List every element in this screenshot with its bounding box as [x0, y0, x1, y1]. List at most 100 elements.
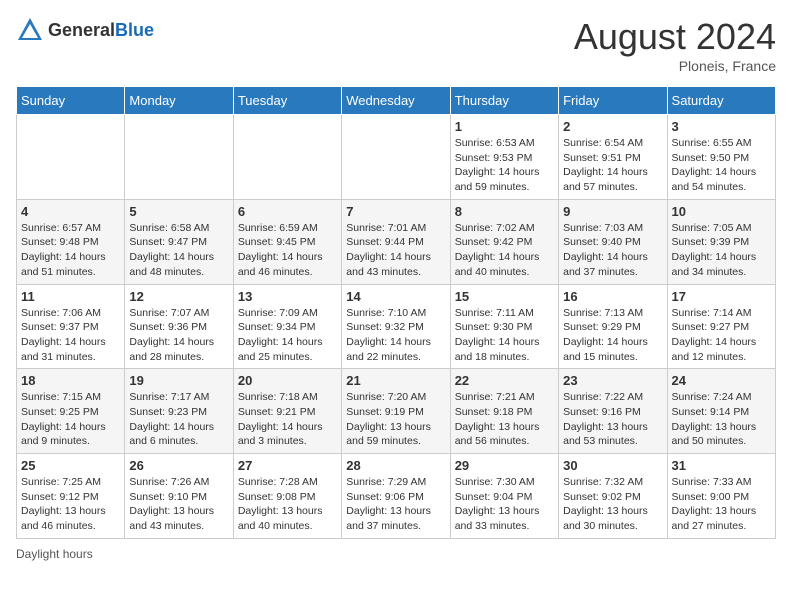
- generalblue-logo-icon: [16, 16, 44, 44]
- header-day-friday: Friday: [559, 87, 667, 115]
- header-day-sunday: Sunday: [17, 87, 125, 115]
- calendar-cell: 29Sunrise: 7:30 AM Sunset: 9:04 PM Dayli…: [450, 454, 558, 539]
- logo: GeneralBlue: [16, 16, 154, 44]
- calendar-cell: 16 Sunrise: 7:13 AM Sunset: 9:29 PM Dayli…: [559, 284, 667, 369]
- day-info: Sunrise: 7:02 AM Sunset: 9:42 PM Dayligh…: [455, 221, 554, 280]
- day-info: Sunrise: 6:55 AM Sunset: 9:50 PM Dayligh…: [672, 136, 771, 195]
- day-number: 16: [563, 289, 662, 304]
- day-number: 6: [238, 204, 337, 219]
- header-day-thursday: Thursday: [450, 87, 558, 115]
- day-number: 30: [563, 458, 662, 473]
- calendar-table: SundayMondayTuesdayWednesdayThursdayFrid…: [16, 86, 776, 539]
- day-info: Sunrise: 7:06 AM Sunset: 9:37 PM Dayligh…: [21, 306, 120, 365]
- day-info: Sunrise: 7:24 AM Sunset: 9:14 PM Dayligh…: [672, 390, 771, 449]
- day-info: Sunrise: 7:07 AM Sunset: 9:36 PM Dayligh…: [129, 306, 228, 365]
- day-number: 14: [346, 289, 445, 304]
- day-number: 10: [672, 204, 771, 219]
- day-number: 23: [563, 373, 662, 388]
- calendar-cell: 8 Sunrise: 7:02 AM Sunset: 9:42 PM Daylig…: [450, 199, 558, 284]
- day-info: Sunrise: 7:15 AM Sunset: 9:25 PM Dayligh…: [21, 390, 120, 449]
- calendar-cell: 24 Sunrise: 7:24 AM Sunset: 9:14 PM Dayli…: [667, 369, 775, 454]
- day-info: Sunrise: 7:28 AM Sunset: 9:08 PM Dayligh…: [238, 475, 337, 534]
- day-info: Sunrise: 7:20 AM Sunset: 9:19 PM Dayligh…: [346, 390, 445, 449]
- day-info: Sunrise: 7:25 AM Sunset: 9:12 PM Dayligh…: [21, 475, 120, 534]
- header-day-tuesday: Tuesday: [233, 87, 341, 115]
- calendar-cell: 26 Sunrise: 7:26 AM Sunset: 9:10 PM Dayli…: [125, 454, 233, 539]
- calendar-cell: 13 Sunrise: 7:09 AM Sunset: 9:34 PM Dayli…: [233, 284, 341, 369]
- day-number: 17: [672, 289, 771, 304]
- calendar-cell: 19 Sunrise: 7:17 AM Sunset: 9:23 PM Dayli…: [125, 369, 233, 454]
- calendar-cell: [233, 115, 341, 200]
- day-number: 3: [672, 119, 771, 134]
- calendar-cell: 20Sunrise: 7:18 AM Sunset: 9:21 PM Dayli…: [233, 369, 341, 454]
- day-info: Sunrise: 7:17 AM Sunset: 9:23 PM Dayligh…: [129, 390, 228, 449]
- day-info: Sunrise: 7:22 AM Sunset: 9:16 PM Dayligh…: [563, 390, 662, 449]
- day-info: Sunrise: 7:09 AM Sunset: 9:34 PM Dayligh…: [238, 306, 337, 365]
- calendar-cell: 17 Sunrise: 7:14 AM Sunset: 9:27 PM Dayli…: [667, 284, 775, 369]
- day-info: Sunrise: 7:03 AM Sunset: 9:40 PM Dayligh…: [563, 221, 662, 280]
- day-info: Sunrise: 7:21 AM Sunset: 9:18 PM Dayligh…: [455, 390, 554, 449]
- day-number: 27: [238, 458, 337, 473]
- day-number: 22: [455, 373, 554, 388]
- day-info: Sunrise: 7:26 AM Sunset: 9:10 PM Dayligh…: [129, 475, 228, 534]
- day-info: Sunrise: 7:33 AM Sunset: 9:00 PM Dayligh…: [672, 475, 771, 534]
- calendar-cell: 5 Sunrise: 6:58 AM Sunset: 9:47 PM Daylig…: [125, 199, 233, 284]
- day-info: Sunrise: 6:58 AM Sunset: 9:47 PM Dayligh…: [129, 221, 228, 280]
- calendar-week-5: 25 Sunrise: 7:25 AM Sunset: 9:12 PM Dayli…: [17, 454, 776, 539]
- calendar-footer: Daylight hours: [16, 547, 776, 561]
- day-number: 1: [455, 119, 554, 134]
- day-number: 5: [129, 204, 228, 219]
- calendar-body: 1Sunrise: 6:53 AM Sunset: 9:53 PM Daylig…: [17, 115, 776, 539]
- day-number: 4: [21, 204, 120, 219]
- calendar-week-4: 18 Sunrise: 7:15 AM Sunset: 9:25 PM Dayli…: [17, 369, 776, 454]
- calendar-cell: 18 Sunrise: 7:15 AM Sunset: 9:25 PM Dayli…: [17, 369, 125, 454]
- day-number: 24: [672, 373, 771, 388]
- day-info: Sunrise: 7:32 AM Sunset: 9:02 PM Dayligh…: [563, 475, 662, 534]
- calendar-cell: 1Sunrise: 6:53 AM Sunset: 9:53 PM Daylig…: [450, 115, 558, 200]
- calendar-cell: 23 Sunrise: 7:22 AM Sunset: 9:16 PM Dayli…: [559, 369, 667, 454]
- calendar-cell: [17, 115, 125, 200]
- day-number: 7: [346, 204, 445, 219]
- day-number: 28: [346, 458, 445, 473]
- day-number: 13: [238, 289, 337, 304]
- header-day-wednesday: Wednesday: [342, 87, 450, 115]
- logo-blue-text: Blue: [115, 20, 154, 40]
- calendar-cell: 22 Sunrise: 7:21 AM Sunset: 9:18 PM Dayli…: [450, 369, 558, 454]
- day-number: 19: [129, 373, 228, 388]
- day-info: Sunrise: 7:30 AM Sunset: 9:04 PM Dayligh…: [455, 475, 554, 534]
- day-number: 8: [455, 204, 554, 219]
- day-info: Sunrise: 7:13 AM Sunset: 9:29 PM Dayligh…: [563, 306, 662, 365]
- day-number: 2: [563, 119, 662, 134]
- day-info: Sunrise: 7:14 AM Sunset: 9:27 PM Dayligh…: [672, 306, 771, 365]
- calendar-week-3: 11 Sunrise: 7:06 AM Sunset: 9:37 PM Dayli…: [17, 284, 776, 369]
- calendar-cell: 7Sunrise: 7:01 AM Sunset: 9:44 PM Daylig…: [342, 199, 450, 284]
- calendar-cell: [125, 115, 233, 200]
- calendar-cell: 10Sunrise: 7:05 AM Sunset: 9:39 PM Dayli…: [667, 199, 775, 284]
- title-block: August 2024 Ploneis, France: [574, 16, 776, 74]
- day-number: 25: [21, 458, 120, 473]
- day-info: Sunrise: 7:29 AM Sunset: 9:06 PM Dayligh…: [346, 475, 445, 534]
- calendar-cell: 21 Sunrise: 7:20 AM Sunset: 9:19 PM Dayli…: [342, 369, 450, 454]
- day-info: Sunrise: 6:59 AM Sunset: 9:45 PM Dayligh…: [238, 221, 337, 280]
- calendar-cell: 14 Sunrise: 7:10 AM Sunset: 9:32 PM Dayli…: [342, 284, 450, 369]
- header-day-monday: Monday: [125, 87, 233, 115]
- calendar-cell: 12Sunrise: 7:07 AM Sunset: 9:36 PM Dayli…: [125, 284, 233, 369]
- day-number: 31: [672, 458, 771, 473]
- day-number: 26: [129, 458, 228, 473]
- day-number: 21: [346, 373, 445, 388]
- calendar-cell: 30 Sunrise: 7:32 AM Sunset: 9:02 PM Dayli…: [559, 454, 667, 539]
- calendar-cell: 9Sunrise: 7:03 AM Sunset: 9:40 PM Daylig…: [559, 199, 667, 284]
- location-subtitle: Ploneis, France: [574, 58, 776, 74]
- day-info: Sunrise: 7:10 AM Sunset: 9:32 PM Dayligh…: [346, 306, 445, 365]
- day-number: 11: [21, 289, 120, 304]
- calendar-header: SundayMondayTuesdayWednesdayThursdayFrid…: [17, 87, 776, 115]
- day-number: 15: [455, 289, 554, 304]
- header-row: SundayMondayTuesdayWednesdayThursdayFrid…: [17, 87, 776, 115]
- day-number: 18: [21, 373, 120, 388]
- calendar-cell: 6 Sunrise: 6:59 AM Sunset: 9:45 PM Daylig…: [233, 199, 341, 284]
- calendar-cell: 11 Sunrise: 7:06 AM Sunset: 9:37 PM Dayli…: [17, 284, 125, 369]
- month-year-title: August 2024: [574, 16, 776, 58]
- day-info: Sunrise: 7:18 AM Sunset: 9:21 PM Dayligh…: [238, 390, 337, 449]
- calendar-cell: 3 Sunrise: 6:55 AM Sunset: 9:50 PM Daylig…: [667, 115, 775, 200]
- calendar-cell: 25 Sunrise: 7:25 AM Sunset: 9:12 PM Dayli…: [17, 454, 125, 539]
